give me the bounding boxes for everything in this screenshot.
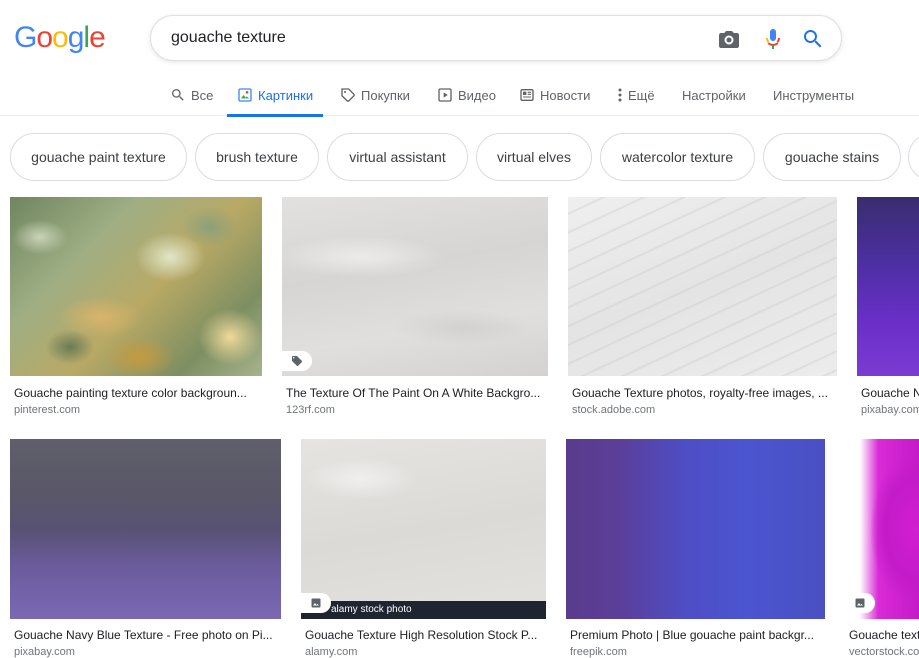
result-source[interactable]: pixabay.com: [861, 404, 919, 416]
tab-label: Все: [191, 87, 214, 103]
related-searches: gouache paint texture brush texture virt…: [10, 133, 919, 181]
tab-all[interactable]: Все: [170, 74, 213, 116]
image-result[interactable]: Premium Photo | Blue gouache paint backg…: [566, 439, 825, 658]
chip-partial[interactable]: [908, 133, 919, 181]
image-result[interactable]: alamy stock photo Gouache Texture High R…: [301, 439, 546, 658]
more-vert-icon: [616, 87, 624, 103]
tab-label: Покупки: [361, 87, 410, 103]
tab-images[interactable]: Картинки: [227, 74, 324, 117]
watermark-text: alamy stock photo: [331, 604, 412, 615]
result-title[interactable]: Gouache Texture photos, royalty-free ima…: [572, 386, 834, 400]
tab-label: Видео: [458, 87, 496, 103]
image-icon: [845, 593, 875, 613]
result-source[interactable]: stock.adobe.com: [572, 404, 834, 416]
image-result[interactable]: Gouache Navy Blue Texture - Free photo o…: [10, 439, 281, 658]
result-title[interactable]: Gouache Navy Blue Texture - Free photo o…: [14, 628, 280, 642]
result-title[interactable]: Gouache Texture High Resolution Stock P.…: [305, 628, 545, 642]
result-title[interactable]: Gouache N: [861, 386, 919, 400]
chip-gouache-stains[interactable]: gouache stains: [763, 133, 901, 181]
tab-shopping[interactable]: Покупки: [340, 74, 410, 116]
result-source[interactable]: pinterest.com: [14, 404, 260, 416]
logo-letter: g: [67, 21, 85, 54]
tab-label: Инструменты: [773, 87, 855, 103]
tab-label: Ещё: [628, 87, 655, 103]
tab-label: Настройки: [682, 87, 746, 103]
chip-gouache-paint-texture[interactable]: gouache paint texture: [10, 133, 187, 181]
result-title[interactable]: Premium Photo | Blue gouache paint backg…: [570, 628, 824, 642]
google-logo[interactable]: Google: [14, 21, 106, 55]
image-result[interactable]: Gouache N pixabay.com: [857, 197, 919, 421]
search-tabs: Все Картинки Покупки Видео Новости Ещё Н…: [0, 74, 919, 117]
microphone-icon[interactable]: [761, 27, 785, 51]
image-result[interactable]: The Texture Of The Paint On A White Back…: [282, 197, 548, 421]
search-box[interactable]: [150, 15, 842, 61]
result-thumbnail[interactable]: alamy stock photo: [301, 439, 546, 619]
result-thumbnail[interactable]: [857, 197, 919, 376]
camera-icon[interactable]: [717, 27, 741, 51]
tab-more[interactable]: Ещё: [616, 74, 655, 116]
result-title[interactable]: Gouache painting texture color backgroun…: [14, 386, 260, 400]
result-source[interactable]: pixabay.com: [14, 646, 280, 658]
result-source[interactable]: alamy.com: [305, 646, 545, 658]
image-result[interactable]: Gouache Texture photos, royalty-free ima…: [568, 197, 837, 421]
chip-virtual-assistant[interactable]: virtual assistant: [327, 133, 468, 181]
result-thumbnail[interactable]: [845, 439, 919, 619]
logo-letter: o: [36, 21, 53, 54]
logo-letter: o: [52, 21, 69, 54]
result-thumbnail[interactable]: [10, 197, 262, 376]
search-icon[interactable]: [801, 27, 825, 51]
search-input[interactable]: [171, 16, 691, 60]
product-tag-icon: [282, 351, 312, 371]
chip-watercolor-texture[interactable]: watercolor texture: [600, 133, 755, 181]
chip-brush-texture[interactable]: brush texture: [195, 133, 319, 181]
tab-label: Новости: [540, 87, 591, 103]
result-thumbnail[interactable]: [282, 197, 548, 376]
image-result[interactable]: Gouache text vectorstock.com: [845, 439, 919, 658]
tab-tools[interactable]: Инструменты: [773, 74, 854, 116]
news-icon: [519, 87, 535, 103]
image-result[interactable]: Gouache painting texture color backgroun…: [10, 197, 262, 421]
result-title[interactable]: Gouache text: [849, 628, 919, 642]
result-thumbnail[interactable]: [566, 439, 825, 619]
watermark-bar: alamy stock photo: [301, 601, 546, 619]
result-source[interactable]: freepik.com: [570, 646, 824, 658]
logo-letter: G: [14, 21, 37, 54]
tab-news[interactable]: Новости: [519, 74, 590, 116]
logo-letter: e: [89, 21, 106, 54]
tab-label: Картинки: [258, 87, 314, 103]
search-icon: [170, 87, 186, 103]
play-icon: [437, 87, 453, 103]
result-title[interactable]: The Texture Of The Paint On A White Back…: [286, 386, 548, 400]
result-thumbnail[interactable]: [568, 197, 837, 376]
tab-settings[interactable]: Настройки: [682, 74, 746, 116]
image-icon: [301, 593, 331, 613]
result-source[interactable]: 123rf.com: [286, 404, 548, 416]
result-source[interactable]: vectorstock.com: [849, 646, 919, 658]
result-thumbnail[interactable]: [10, 439, 281, 619]
tag-icon: [340, 87, 356, 103]
tab-video[interactable]: Видео: [437, 74, 496, 116]
chip-virtual-elves[interactable]: virtual elves: [476, 133, 592, 181]
image-icon: [237, 87, 253, 103]
